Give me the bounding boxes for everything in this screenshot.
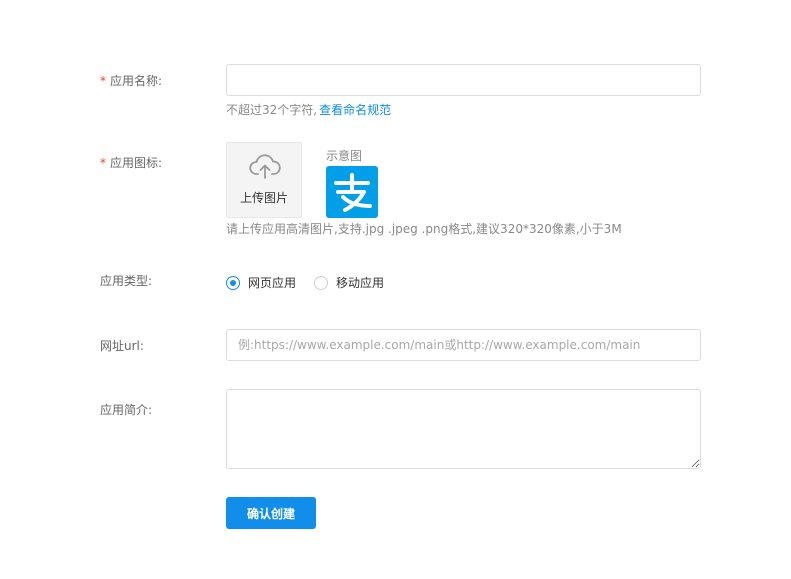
radio-mobile-app[interactable]: 移动应用 [314, 274, 384, 291]
description-textarea[interactable] [226, 389, 701, 469]
app-icon-help: 请上传应用高清图片,支持.jpg .jpeg .png格式,建议320*320像… [226, 222, 622, 236]
naming-rules-link[interactable]: 查看命名规范 [319, 103, 391, 117]
upload-image-label: 上传图片 [239, 191, 288, 205]
radio-web-app-label: 网页应用 [248, 276, 297, 290]
app-name-help-text: 不超过32个字符, [226, 103, 318, 117]
app-name-help: 不超过32个字符, 查看命名规范 [226, 101, 391, 118]
app-name-label-text: 应用名称: [110, 74, 163, 88]
url-label: 网址url: [100, 339, 144, 353]
radio-mobile-app-label: 移动应用 [336, 276, 385, 290]
radio-web-app-indicator[interactable] [226, 275, 240, 290]
app-type-label: 应用类型: [100, 274, 153, 288]
alipay-logo-image [326, 166, 378, 218]
upload-image-button[interactable]: 上传图片 [226, 142, 302, 218]
confirm-create-button[interactable]: 确认创建 [226, 497, 316, 529]
radio-web-app[interactable]: 网页应用 [226, 274, 296, 291]
app-icon-label: * 应用图标: [100, 154, 162, 171]
alipay-logo-icon [334, 173, 372, 212]
required-mark: * [100, 156, 106, 170]
radio-mobile-app-indicator[interactable] [314, 275, 329, 290]
app-type-radio-group: 网页应用 移动应用 [226, 274, 402, 291]
cloud-upload-icon [249, 154, 281, 179]
description-label: 应用简介: [100, 403, 153, 417]
app-icon-label-text: 应用图标: [110, 156, 163, 170]
app-name-input[interactable] [226, 64, 701, 96]
url-input[interactable] [226, 329, 701, 361]
sample-image-label: 示意图 [326, 149, 363, 163]
app-name-label: * 应用名称: [100, 72, 162, 89]
required-mark: * [100, 74, 106, 88]
